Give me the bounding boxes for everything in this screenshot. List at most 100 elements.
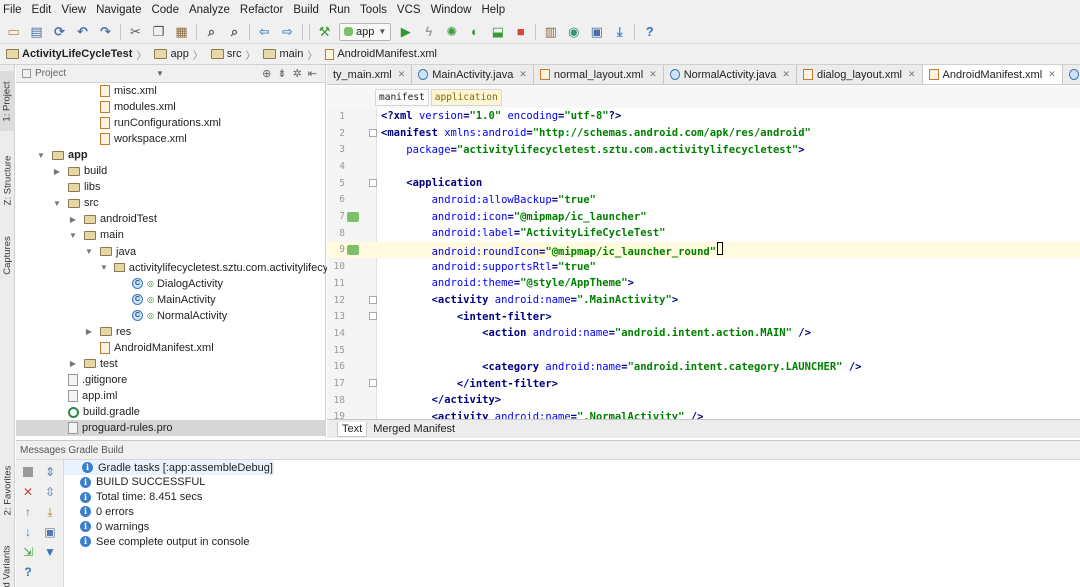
breadcrumb-item[interactable]: AndroidManifest.xml — [325, 48, 437, 60]
tree-item[interactable]: workspace.xml — [16, 131, 326, 147]
target-icon[interactable]: ⊕ — [262, 67, 271, 80]
code-editor[interactable]: 1 <?xml version="1.0" encoding="utf-8"?> 2… — [327, 108, 1080, 419]
collapse-icon[interactable]: ⇟ — [277, 67, 286, 80]
menu-help[interactable]: Help — [476, 0, 510, 20]
tree-item[interactable]: modules.xml — [16, 99, 326, 115]
up-arrow-icon[interactable]: ↑ — [20, 504, 36, 520]
tree-item[interactable]: ▼ app — [16, 147, 326, 163]
tree-item[interactable]: misc.xml — [16, 83, 326, 99]
collapse-all-icon[interactable]: ⇳ — [42, 484, 58, 500]
expanded-arrow-icon[interactable]: ▼ — [84, 247, 94, 256]
help-icon[interactable]: ? — [641, 23, 659, 41]
tree-item[interactable]: .gitignore — [16, 372, 326, 388]
tree-item[interactable]: ▼ src — [16, 195, 326, 211]
tree-item[interactable]: libs — [16, 179, 326, 195]
expanded-arrow-icon[interactable]: ▼ — [36, 151, 46, 160]
menu-code[interactable]: Code — [146, 0, 184, 20]
attach-debugger-icon[interactable]: ⬓ — [489, 23, 507, 41]
tree-item[interactable]: ▼ java — [16, 244, 326, 260]
pin-icon[interactable]: ⇲ — [20, 544, 36, 560]
menu-view[interactable]: View — [56, 0, 91, 20]
menu-run[interactable]: Run — [324, 0, 355, 20]
preview-icon[interactable]: ▣ — [42, 524, 58, 540]
avd-manager-icon[interactable]: ▣ — [588, 23, 606, 41]
fold-marker-icon[interactable] — [369, 128, 377, 137]
tree-item[interactable]: runConfigurations.xml — [16, 115, 326, 131]
menu-refactor[interactable]: Refactor — [235, 0, 288, 20]
expanded-arrow-icon[interactable]: ▼ — [100, 263, 108, 272]
debug-icon[interactable]: ✺ — [443, 23, 461, 41]
forward-icon[interactable]: ⇨ — [279, 23, 297, 41]
tree-item[interactable]: build.gradle — [16, 404, 326, 420]
expanded-arrow-icon[interactable]: ▼ — [52, 199, 62, 208]
tree-item[interactable]: ▶ res — [16, 324, 326, 340]
profile-icon[interactable]: ◐ — [466, 23, 484, 41]
close-icon[interactable]: ✕ — [519, 69, 527, 80]
hide-icon[interactable]: ⇤ — [308, 67, 317, 80]
tab-project[interactable]: 1: Project — [0, 71, 15, 131]
tree-item[interactable]: ▼ main — [16, 227, 326, 243]
run-config-select[interactable]: app ▼ — [339, 22, 392, 41]
message-row[interactable]: i Gradle tasks [:app:assembleDebug] — [64, 460, 274, 475]
collapsed-arrow-icon[interactable]: ▶ — [68, 359, 78, 368]
breadcrumb-item[interactable]: main 〉 — [263, 47, 321, 62]
undo-icon[interactable]: ↶ — [74, 23, 92, 41]
chevron-down-icon[interactable]: ▼ — [156, 69, 164, 78]
tree-item[interactable]: C ◎ MainActivity — [16, 292, 326, 308]
close-icon[interactable]: ✕ — [398, 69, 406, 80]
cut-icon[interactable]: ✂ — [127, 23, 145, 41]
tab-merged-manifest[interactable]: Merged Manifest — [369, 422, 459, 436]
replace-icon[interactable]: ⌕ — [226, 23, 244, 41]
tree-item[interactable]: C ◎ DialogActivity — [16, 276, 326, 292]
collapsed-arrow-icon[interactable]: ▶ — [84, 327, 94, 336]
tab-text[interactable]: Text — [337, 421, 368, 437]
breadcrumb-item[interactable]: app 〉 — [154, 47, 206, 62]
tree-item[interactable]: ▶ build — [16, 163, 326, 179]
tree-item[interactable]: AndroidManifest.xml — [16, 340, 326, 356]
stop-icon[interactable]: ■ — [512, 23, 530, 41]
redo-icon[interactable]: ↷ — [97, 23, 115, 41]
menu-file[interactable]: File — [0, 0, 27, 20]
save-all-icon[interactable]: ▤ — [28, 23, 46, 41]
tree-item[interactable]: proguard-rules.pro — [16, 420, 326, 437]
apply-changes-icon[interactable]: ϟ — [420, 23, 438, 41]
menu-tools[interactable]: Tools — [355, 0, 392, 20]
xml-tag-crumb[interactable]: manifest — [375, 88, 429, 106]
fold-marker-icon[interactable] — [369, 295, 377, 304]
project-view-select[interactable]: Project — [35, 68, 66, 79]
editor-tab[interactable]: ty_main.xml ✕ — [327, 65, 413, 84]
menu-build[interactable]: Build — [288, 0, 324, 20]
breadcrumb-item[interactable]: ActivityLifeCycleTest 〉 — [6, 47, 150, 62]
sync-icon[interactable]: ⟳ — [51, 23, 69, 41]
editor-tab[interactable]: NormalActivity.java ✕ — [664, 65, 797, 84]
editor-tab[interactable]: MainActivity.java ✕ — [412, 65, 534, 84]
close-icon[interactable]: ✕ — [1048, 69, 1056, 80]
editor-tab[interactable]: dialog_layout.xml ✕ — [797, 65, 923, 84]
find-icon[interactable]: ⌕ — [203, 23, 221, 41]
collapsed-arrow-icon[interactable]: ▶ — [68, 215, 78, 224]
project-structure-icon[interactable]: ▥ — [542, 23, 560, 41]
breadcrumb-item[interactable]: src 〉 — [210, 47, 260, 62]
back-icon[interactable]: ⇦ — [256, 23, 274, 41]
menu-vcs[interactable]: VCS — [392, 0, 426, 20]
fold-marker-icon[interactable] — [369, 178, 377, 187]
editor-tab[interactable]: normal_layout.xml ✕ — [534, 65, 664, 84]
menu-analyze[interactable]: Analyze — [184, 0, 235, 20]
close-icon[interactable]: ✕ — [20, 484, 36, 500]
tree-item[interactable]: C ◎ NormalActivity — [16, 308, 326, 324]
fold-marker-icon[interactable] — [369, 379, 377, 388]
expanded-arrow-icon[interactable]: ▼ — [68, 231, 78, 240]
down-arrow-icon[interactable]: ↓ — [20, 524, 36, 540]
tab-captures[interactable]: Captures — [0, 225, 15, 285]
close-icon[interactable]: ✕ — [782, 69, 790, 80]
gear-icon[interactable]: ✲ — [293, 67, 302, 80]
tree-item[interactable]: ▼ activitylifecycletest.sztu.com.activity… — [16, 260, 360, 276]
menu-edit[interactable]: Edit — [27, 0, 57, 20]
gradle-sync-icon[interactable]: ◉ — [565, 23, 583, 41]
menu-navigate[interactable]: Navigate — [91, 0, 146, 20]
close-icon[interactable]: ✕ — [649, 69, 657, 80]
message-row[interactable]: i 0 errors — [64, 504, 134, 519]
help-icon[interactable]: ? — [20, 564, 36, 580]
tab-structure[interactable]: Z: Structure — [0, 145, 15, 215]
export-icon[interactable]: ⤓ — [42, 504, 58, 520]
